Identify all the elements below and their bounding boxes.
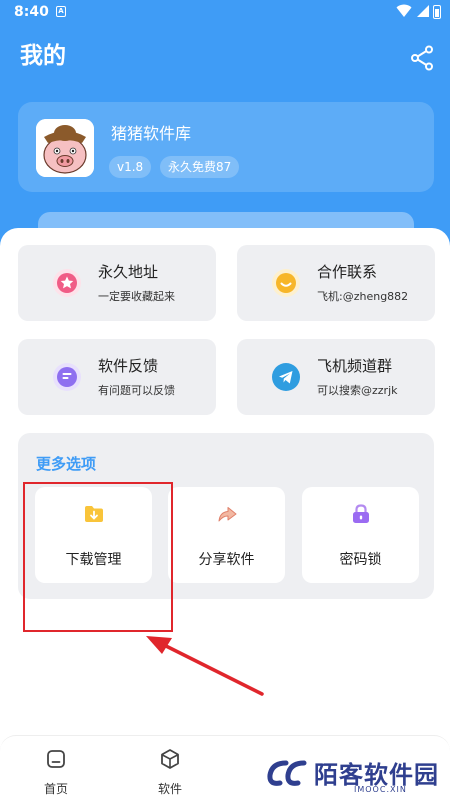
tile-subtitle: 飞机:@zheng882: [317, 290, 409, 303]
app-name: 猪猪软件库: [111, 124, 192, 143]
highlight-box: [23, 482, 173, 632]
home-icon: [47, 750, 65, 768]
telegram-icon: [272, 363, 300, 391]
chat-bubble-icon: [272, 269, 300, 297]
share-arrow-icon: [218, 507, 237, 522]
signal-icon: [417, 5, 429, 17]
profile-card[interactable]: 猪猪软件库 v1.8 永久免费87: [18, 102, 434, 192]
more-options-title: 更多选项: [36, 455, 97, 473]
lock-icon: [353, 504, 369, 523]
star-icon: [53, 269, 81, 297]
page-title: 我的: [20, 43, 66, 69]
tile-subtitle: 一定要收藏起来: [98, 290, 175, 303]
tile-subtitle: 可以搜索@zzrjk: [317, 384, 398, 397]
tile-contact[interactable]: 合作联系 飞机:@zheng882: [237, 245, 435, 321]
password-lock-button[interactable]: 密码锁: [302, 487, 419, 583]
tile-telegram-channel[interactable]: 飞机频道群 可以搜索@zzrjk: [237, 339, 435, 415]
watermark-subtext: IMOOC.XIN: [354, 785, 407, 794]
watermark-logo-icon: [267, 760, 307, 786]
feedback-icon: [53, 363, 81, 391]
pig-logo-icon: [36, 119, 94, 177]
software-box-icon: [161, 749, 179, 769]
notification-icon: A: [56, 6, 66, 17]
share-software-label: 分享软件: [198, 552, 255, 568]
share-icon[interactable]: [410, 45, 434, 71]
status-bar: 8:40 A: [0, 0, 450, 26]
tile-title: 合作联系: [317, 263, 378, 281]
tile-subtitle: 有问题可以反馈: [98, 384, 175, 397]
battery-icon: [433, 5, 441, 19]
tile-feedback[interactable]: 软件反馈 有问题可以反馈: [18, 339, 216, 415]
tile-title: 飞机频道群: [317, 357, 393, 375]
nav-software-label: 软件: [157, 782, 182, 796]
nav-home[interactable]: 首页: [26, 748, 86, 797]
tile-title: 软件反馈: [98, 357, 159, 375]
version-badge: v1.8: [109, 156, 152, 178]
app-avatar: [36, 119, 94, 177]
license-badge: 永久免费87: [160, 156, 240, 178]
nav-software[interactable]: 软件: [140, 748, 200, 797]
site-watermark: 陌客软件园 IMOOC.XIN: [266, 753, 444, 797]
nav-home-label: 首页: [43, 782, 68, 796]
tile-title: 永久地址: [98, 263, 159, 281]
share-software-button[interactable]: 分享软件: [168, 487, 285, 583]
password-lock-label: 密码锁: [339, 552, 382, 568]
red-arrow-annotation: [146, 636, 264, 696]
tile-permanent-address[interactable]: 永久地址 一定要收藏起来: [18, 245, 216, 321]
wifi-icon: [396, 4, 412, 17]
status-time: 8:40: [14, 4, 49, 20]
